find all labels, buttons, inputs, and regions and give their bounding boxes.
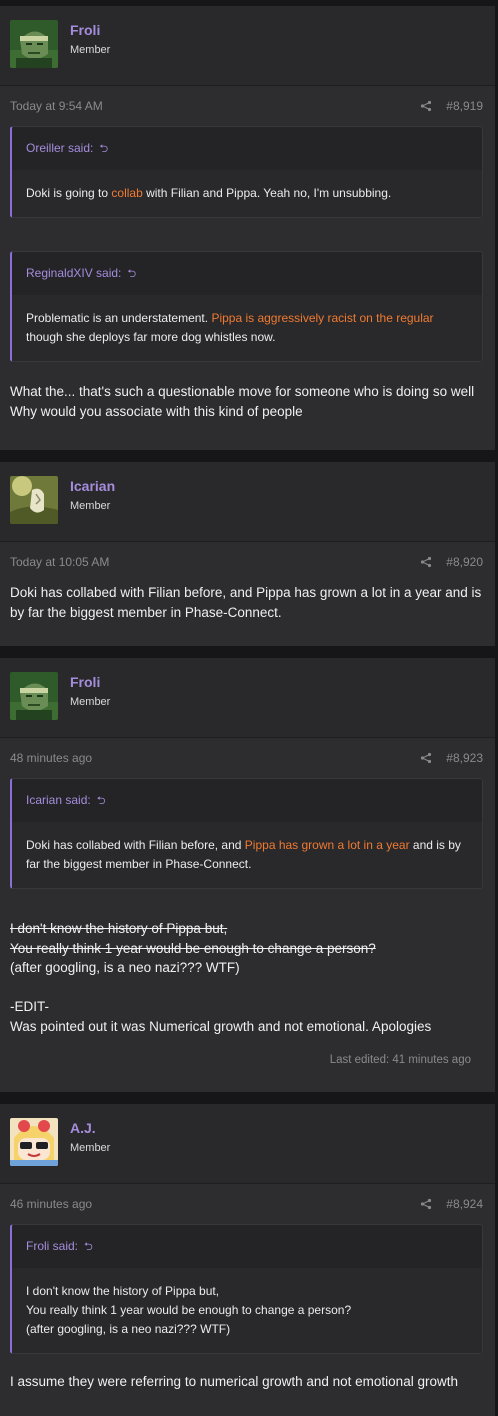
froli-avatar[interactable] (10, 672, 58, 720)
post-message: Doki has collabed with Filian before, an… (10, 585, 482, 620)
quote-block: Froli said: ⮌ I don't know the history of… (10, 1224, 483, 1354)
goto-quote-icon[interactable]: ⮌ (99, 140, 108, 159)
post-header: Froli Member (0, 658, 495, 737)
post-meta: 48 minutes ago #8,923 (10, 738, 483, 778)
quote-highlight: Pippa has grown a lot in a year (244, 838, 410, 852)
post: Froli Member 48 minutes ago #8,923 Icari… (0, 658, 495, 1092)
post-header: Icarian Member (0, 462, 495, 541)
post-meta: 46 minutes ago #8,924 (10, 1184, 483, 1224)
post-message: What the... that's such a questionable m… (10, 384, 475, 419)
user-title: Member (70, 500, 111, 512)
share-icon[interactable] (420, 100, 432, 112)
quote-block: Icarian said: ⮌ Doki has collabed with Fi… (10, 778, 483, 889)
post-body: Today at 9:54 AM #8,919 Oreiller said: ⮌ … (0, 85, 495, 450)
quote-text: Doki has collabed with Filian before, an… (12, 822, 482, 888)
last-edited[interactable]: Last edited: 41 minutes ago (10, 1054, 483, 1092)
post-time[interactable]: Today at 10:05 AM (10, 555, 109, 569)
struck-line: You really think 1 year would be enough … (10, 940, 376, 956)
froli-avatar[interactable] (10, 20, 58, 68)
share-icon[interactable] (420, 1198, 432, 1210)
quote-block: ReginaldXIV said: ⮌ Problematic is an und… (10, 251, 483, 362)
username[interactable]: Froli (70, 673, 110, 691)
post-body: 48 minutes ago #8,923 Icarian said: ⮌ Dok… (0, 737, 495, 1092)
aj-avatar[interactable] (10, 1118, 58, 1166)
post-header: Froli Member (0, 6, 495, 85)
post-time[interactable]: 46 minutes ago (10, 1197, 92, 1211)
quote-block: Oreiller said: ⮌ Doki is going to collab … (10, 126, 483, 218)
post-time[interactable]: 48 minutes ago (10, 751, 92, 765)
post-body: 46 minutes ago #8,924 Froli said: ⮌ I don… (0, 1183, 495, 1416)
struck-line: I don't know the history of Pippa but, (10, 921, 228, 936)
post-header: A.J. Member (0, 1104, 495, 1183)
username[interactable]: Froli (70, 21, 110, 39)
icarian-avatar[interactable] (10, 476, 58, 524)
share-icon[interactable] (420, 556, 432, 568)
goto-quote-icon[interactable]: ⮌ (84, 1238, 93, 1257)
post-body: Today at 10:05 AM #8,920 Doki has collab… (0, 541, 495, 646)
goto-quote-icon[interactable]: ⮌ (127, 265, 136, 284)
post-number[interactable]: #8,924 (446, 1197, 483, 1211)
share-icon[interactable] (420, 752, 432, 764)
post-time[interactable]: Today at 9:54 AM (10, 99, 103, 113)
post-meta: Today at 10:05 AM #8,920 (10, 542, 483, 582)
post: Icarian Member Today at 10:05 AM #8,920 … (0, 462, 495, 646)
quote-text: I don't know the history of Pippa but, Y… (12, 1268, 482, 1353)
post-number[interactable]: #8,923 (446, 751, 483, 765)
quote-author[interactable]: Icarian said: (26, 793, 91, 807)
user-title: Member (70, 44, 111, 56)
post: Froli Member Today at 9:54 AM #8,919 Ore… (0, 6, 495, 450)
goto-quote-icon[interactable]: ⮌ (97, 792, 106, 811)
user-title: Member (70, 696, 111, 708)
post-meta: Today at 9:54 AM #8,919 (10, 86, 483, 126)
post-number[interactable]: #8,920 (446, 555, 483, 569)
quote-author[interactable]: Froli said: (26, 1239, 78, 1253)
quote-author[interactable]: ReginaldXIV said: (26, 266, 121, 280)
username[interactable]: Icarian (70, 477, 115, 495)
quote-highlight: Pippa is aggressively racist on the regu… (211, 311, 434, 325)
username[interactable]: A.J. (70, 1119, 110, 1137)
post: A.J. Member 46 minutes ago #8,924 Froli … (0, 1104, 495, 1416)
quote-text: Problematic is an understatement. Pippa … (12, 295, 482, 361)
quote-author[interactable]: Oreiller said: (26, 141, 93, 155)
quote-text: Doki is going to collab with Filian and … (12, 170, 482, 217)
quote-highlight: collab (111, 186, 143, 200)
post-message: I don't know the history of Pippa but, Y… (10, 915, 483, 1054)
post-message: I assume they were referring to numerica… (10, 1374, 458, 1389)
user-title: Member (70, 1142, 111, 1154)
post-number[interactable]: #8,919 (446, 99, 483, 113)
